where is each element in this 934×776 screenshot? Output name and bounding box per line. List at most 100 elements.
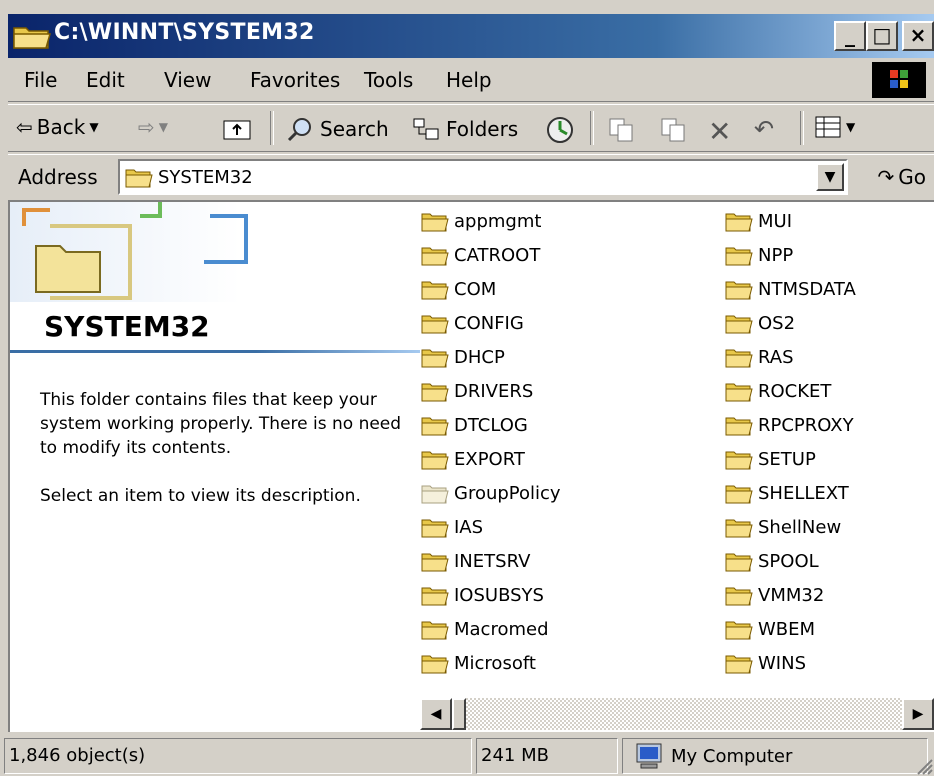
folder-item[interactable]: SHELLEXT [724,476,856,510]
horizontal-scrollbar[interactable]: ◀ ▶ [420,698,934,730]
maximize-button[interactable]: □ [866,21,898,51]
folder-name: DHCP [454,346,505,368]
folder-name: Microsoft [454,652,536,674]
status-bar: 1,846 object(s) 241 MB My Computer [0,734,934,776]
address-dropdown-button[interactable]: ▼ [816,163,844,191]
address-value: SYSTEM32 [158,167,253,188]
folders-button[interactable]: Folders [412,115,518,143]
delete-x-icon: ✕ [708,115,732,148]
folder-item[interactable]: WINS [724,646,856,680]
menu-view[interactable]: View [164,68,211,92]
folder-name: IOSUBSYS [454,584,544,606]
folder-item[interactable]: INETSRV [420,544,561,578]
address-input[interactable]: SYSTEM32 ▼ [118,159,848,195]
folder-icon [421,485,449,504]
minimize-button[interactable]: _ [834,21,866,51]
scroll-right-button[interactable]: ▶ [902,698,934,730]
move-to-button[interactable] [606,115,638,145]
folder-name: WINS [758,652,806,674]
folder-name: SETUP [758,448,816,470]
folder-item[interactable]: DRIVERS [420,374,561,408]
folder-item[interactable]: DHCP [420,340,561,374]
folder-icon [421,247,449,266]
folder-name: VMM32 [758,584,825,606]
search-button[interactable]: Search [286,115,389,143]
back-arrow-icon: ⇦ [16,115,33,139]
folder-icon [421,519,449,538]
folder-name: GroupPolicy [454,482,561,504]
folder-icon [421,315,449,334]
folder-item[interactable]: COM [420,272,561,306]
folder-item[interactable]: RAS [724,340,856,374]
scroll-thumb[interactable] [452,698,466,730]
folder-item[interactable]: EXPORT [420,442,561,476]
folders-label: Folders [446,117,519,141]
toolbar-separator [270,111,274,145]
resize-grip-icon[interactable] [914,756,934,776]
folder-item[interactable]: VMM32 [724,578,856,612]
standard-toolbar: ⇦ Back ▼ ⇨ ▼ Search Folders ✕ ↶ ▼ [8,104,934,152]
folder-item[interactable]: NPP [724,238,856,272]
menu-favorites[interactable]: Favorites [250,68,340,92]
folder-item[interactable]: MUI [724,204,856,238]
folder-item[interactable]: appmgmt [420,204,561,238]
folder-item[interactable]: Macromed [420,612,561,646]
folder-name: CATROOT [454,244,541,266]
folder-item[interactable]: IAS [420,510,561,544]
folder-description: This folder contains files that keep you… [40,388,420,532]
title-bar[interactable]: C:\WINNT\SYSTEM32 _ □ × [8,14,934,58]
menu-bar: File Edit View Favorites Tools Help [8,58,934,102]
close-button[interactable]: × [902,21,934,51]
folder-item[interactable]: SETUP [724,442,856,476]
folder-icon [421,349,449,368]
folder-item[interactable]: CATROOT [420,238,561,272]
undo-button[interactable]: ↶ [754,115,774,143]
folders-tree-icon [413,118,439,140]
folder-icon [725,519,753,538]
folder-icon [421,553,449,572]
up-button[interactable] [222,115,252,141]
folder-item[interactable]: CONFIG [420,306,561,340]
delete-button[interactable]: ✕ [708,115,731,148]
forward-button[interactable]: ⇨ ▼ [138,115,168,139]
folder-icon [725,247,753,266]
back-dropdown-icon[interactable]: ▼ [89,120,98,134]
folder-item[interactable]: SPOOL [724,544,856,578]
menu-file[interactable]: File [24,68,57,92]
views-button[interactable]: ▼ [814,115,855,139]
history-button[interactable] [544,115,576,145]
folder-item[interactable]: ShellNew [724,510,856,544]
web-view-pane: SYSTEM32 This folder contains files that… [10,202,420,732]
undo-icon: ↶ [754,115,775,143]
folder-item[interactable]: OS2 [724,306,856,340]
folder-item[interactable]: NTMSDATA [724,272,856,306]
status-zone: My Computer [622,738,928,774]
folder-item[interactable]: Microsoft [420,646,561,680]
folder-item[interactable]: IOSUBSYS [420,578,561,612]
views-dropdown-icon[interactable]: ▼ [846,120,855,134]
menu-help[interactable]: Help [446,68,492,92]
folder-item[interactable]: RPCPROXY [724,408,856,442]
status-object-count: 1,846 object(s) [4,738,472,774]
folder-item[interactable]: ROCKET [724,374,856,408]
copy-to-button[interactable] [658,115,690,145]
forward-dropdown-icon[interactable]: ▼ [159,120,168,134]
folder-name: RPCPROXY [758,414,854,436]
views-icon [815,116,841,138]
back-button[interactable]: ⇦ Back ▼ [16,115,99,139]
folder-item[interactable]: GroupPolicy [420,476,561,510]
folder-icon [725,587,753,606]
folder-name: RAS [758,346,794,368]
back-label: Back [36,115,86,139]
folder-icon [421,451,449,470]
menu-tools[interactable]: Tools [364,68,413,92]
menu-edit[interactable]: Edit [86,68,125,92]
folder-item[interactable]: DTCLOG [420,408,561,442]
folder-item[interactable]: WBEM [724,612,856,646]
folder-name: CONFIG [454,312,524,334]
scroll-left-button[interactable]: ◀ [420,698,452,730]
toolbar-separator [800,111,804,145]
folder-name: DRIVERS [454,380,534,402]
go-button[interactable]: ↷ Go [878,165,927,189]
folder-name: NPP [758,244,794,266]
